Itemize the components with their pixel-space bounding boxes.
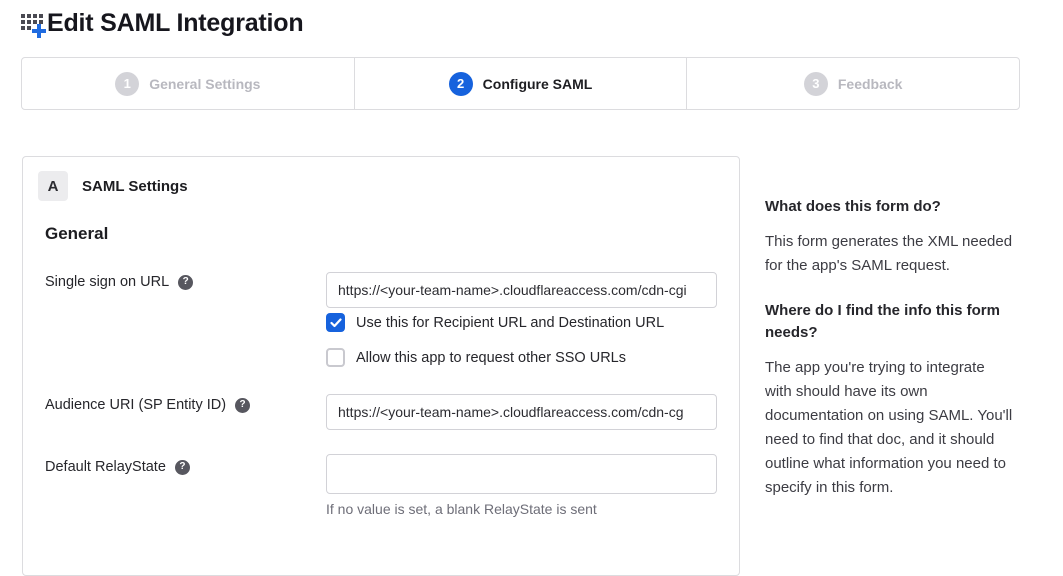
recipient-url-checkbox-label: Use this for Recipient URL and Destinati… [356,315,664,331]
audience-uri-label-text: Audience URI (SP Entity ID) [45,397,226,413]
relay-state-label: Default RelayState ? [45,459,190,475]
recipient-url-checkbox[interactable] [326,313,345,332]
section-title: SAML Settings [82,178,188,195]
recipient-url-checkbox-row[interactable]: Use this for Recipient URL and Destinati… [326,313,664,332]
step-3-number: 3 [804,72,828,96]
step-2-label: Configure SAML [483,76,593,92]
step-wizard: 1 General Settings 2 Configure SAML 3 Fe… [21,57,1020,110]
other-sso-checkbox[interactable] [326,348,345,367]
page-header: Edit SAML Integration [20,7,303,39]
sso-url-label-text: Single sign on URL [45,274,169,290]
relay-state-input[interactable] [326,454,717,494]
sso-url-label: Single sign on URL ? [45,274,193,290]
sso-url-label-row: Single sign on URL ? [45,273,193,291]
audience-uri-label-row: Audience URI (SP Entity ID) ? [45,396,250,414]
checkmark-icon [330,318,342,328]
step-2-number: 2 [449,72,473,96]
step-configure-saml[interactable]: 2 Configure SAML [354,58,687,109]
audience-uri-label: Audience URI (SP Entity ID) ? [45,397,250,413]
relay-state-help-icon[interactable]: ? [175,460,190,475]
other-sso-checkbox-row[interactable]: Allow this app to request other SSO URLs [326,348,626,367]
relay-state-label-row: Default RelayState ? [45,458,190,476]
sso-url-help-icon[interactable]: ? [178,275,193,290]
help-q1-title: What does this form do? [765,196,1013,218]
section-badge: A [38,171,68,201]
step-1-label: General Settings [149,76,260,92]
general-heading: General [45,224,108,244]
other-sso-checkbox-label: Allow this app to request other SSO URLs [356,350,626,366]
saml-settings-card: A SAML Settings General Single sign on U… [22,156,740,576]
sso-url-input[interactable] [326,272,717,308]
add-application-icon [20,10,47,39]
step-general-settings[interactable]: 1 General Settings [22,58,354,109]
relay-state-label-text: Default RelayState [45,459,166,475]
help-panel: What does this form do? This form genera… [765,196,1013,500]
help-q2-body: The app you're trying to integrate with … [765,356,1013,500]
help-q1-body: This form generates the XML needed for t… [765,230,1013,278]
page-title: Edit SAML Integration [47,7,303,39]
audience-uri-input[interactable] [326,394,717,430]
section-header: A SAML Settings [38,171,188,201]
help-q2-title: Where do I find the info this form needs… [765,300,1013,344]
audience-uri-help-icon[interactable]: ? [235,398,250,413]
step-3-label: Feedback [838,76,903,92]
step-1-number: 1 [115,72,139,96]
step-feedback[interactable]: 3 Feedback [686,58,1019,109]
